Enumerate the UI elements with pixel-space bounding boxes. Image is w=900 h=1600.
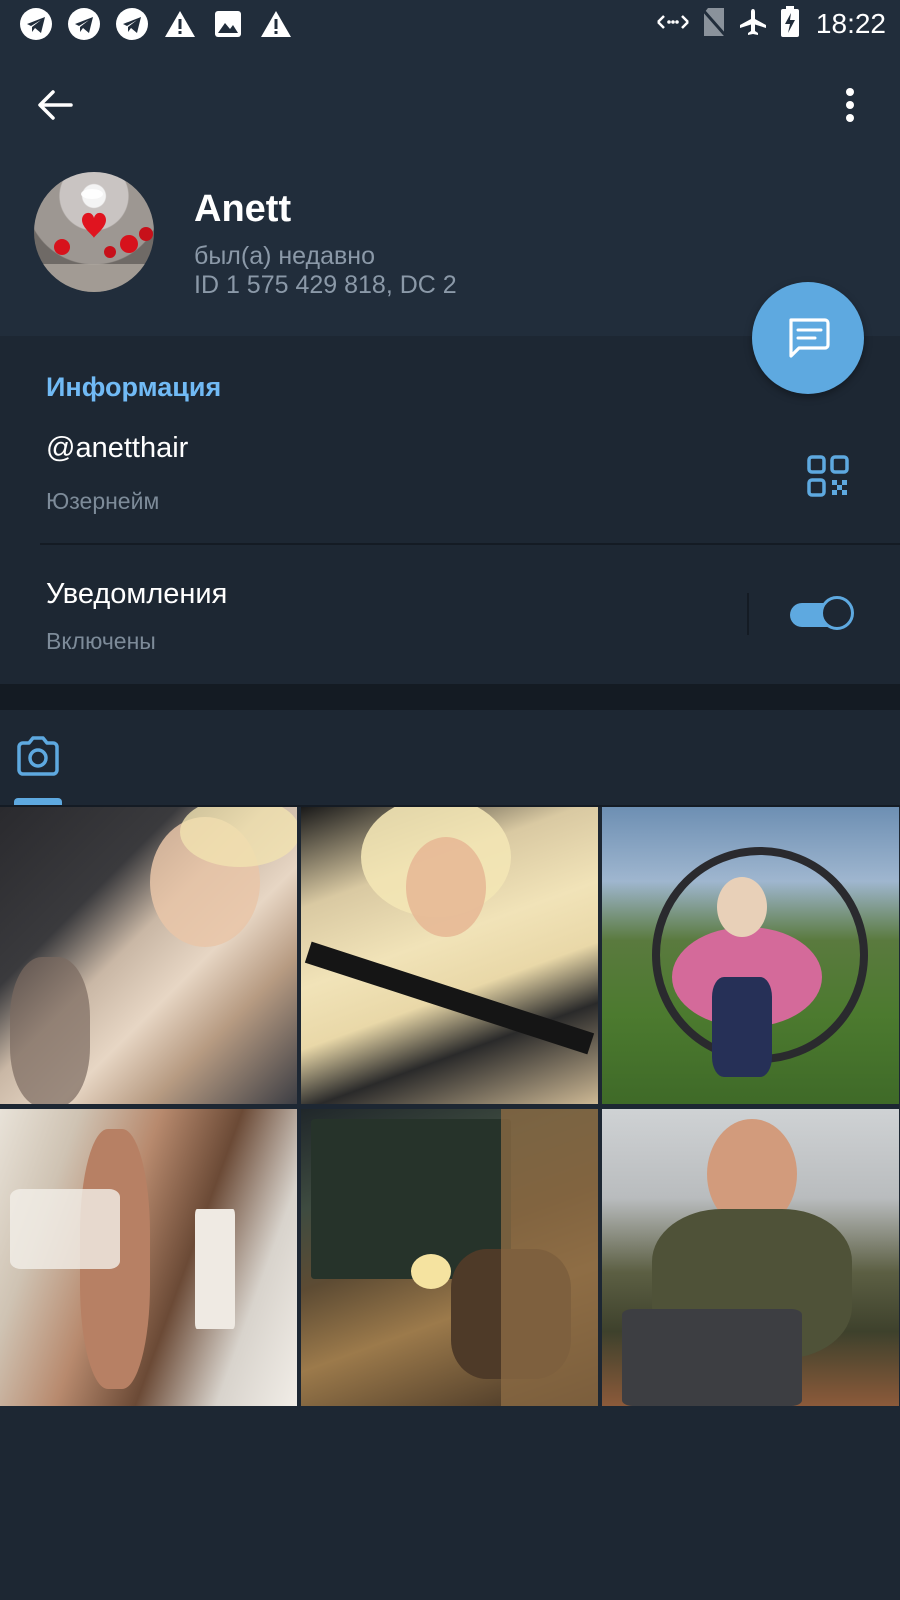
profile-status: был(а) недавно ID 1 575 429 818, DC 2 xyxy=(194,242,457,300)
avatar-image xyxy=(34,189,154,292)
photo-thumbnail[interactable] xyxy=(602,807,899,1104)
qr-code-icon xyxy=(807,455,849,497)
photo-thumbnail[interactable] xyxy=(0,1109,297,1406)
status-bar: 18:22 xyxy=(0,0,900,50)
battery-charging-icon xyxy=(780,5,800,43)
no-sim-icon xyxy=(701,7,727,42)
photo-thumbnail[interactable] xyxy=(0,807,297,1104)
warning-icon xyxy=(258,6,294,42)
section-separator xyxy=(0,684,900,710)
airplane-icon xyxy=(738,7,768,42)
username-label: Юзернейм xyxy=(46,488,160,514)
last-seen-text: был(а) недавно xyxy=(194,242,376,270)
system-icons: 18:22 xyxy=(656,5,886,43)
photo-thumbnail[interactable] xyxy=(301,807,598,1104)
image-icon xyxy=(210,6,246,42)
profile-header: Anett был(а) недавно ID 1 575 429 818, D… xyxy=(0,50,900,336)
back-button[interactable] xyxy=(30,80,80,130)
info-section-title: Информация xyxy=(46,372,222,402)
clock-text: 18:22 xyxy=(815,8,886,39)
tab-photos[interactable] xyxy=(14,732,62,780)
media-tabs xyxy=(0,710,900,806)
message-icon xyxy=(789,318,830,358)
more-vertical-icon xyxy=(846,88,854,122)
divider xyxy=(40,543,900,545)
username-value[interactable]: @anetthair xyxy=(46,432,188,465)
data-arrows-icon xyxy=(656,12,690,37)
telegram-icon xyxy=(18,6,54,42)
avatar[interactable] xyxy=(34,172,154,292)
notifications-title: Уведомления xyxy=(46,578,228,610)
camera-icon xyxy=(17,736,59,776)
warning-icon xyxy=(162,6,198,42)
toggle-knob xyxy=(820,596,854,630)
back-arrow-icon xyxy=(38,90,73,120)
notifications-toggle[interactable] xyxy=(788,596,858,634)
info-section: Информация @anetthair Юзернейм Уведомлен… xyxy=(0,336,900,684)
notification-icons xyxy=(18,6,294,42)
more-options-button[interactable] xyxy=(830,80,870,130)
notifications-state: Включены xyxy=(46,628,156,654)
qr-code-button[interactable] xyxy=(806,454,850,498)
photo-thumbnail[interactable] xyxy=(301,1109,598,1406)
send-message-button[interactable] xyxy=(752,282,864,394)
user-id-text: ID 1 575 429 818, DC 2 xyxy=(194,271,457,299)
profile-name: Anett xyxy=(194,188,292,230)
telegram-icon xyxy=(66,6,102,42)
vertical-divider xyxy=(747,593,749,635)
profile-screen: 18:22 Anett был(а) недавно ID 1 575 429 … xyxy=(0,0,900,1600)
telegram-icon xyxy=(114,6,150,42)
photo-thumbnail[interactable] xyxy=(602,1109,899,1406)
